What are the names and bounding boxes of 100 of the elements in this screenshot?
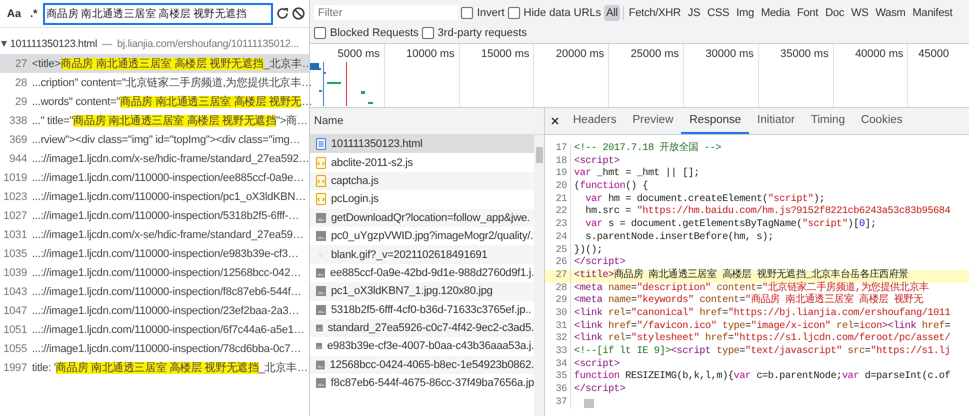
line-number: 18 [545,156,571,168]
result-text: ...://image1.ljcdn.com/110000-inspection/6f7c44a6-a5e1… [32,324,305,336]
type-filter-button[interactable]: Doc [823,4,846,20]
detail-tab[interactable]: Initiator [749,108,803,134]
search-result[interactable]: 338 ..." title="商品房 南北通透三居室 高楼层 视野无遮挡">商… [0,111,309,130]
file-tree-item[interactable]: 101111350123.html bj.lianjia.com/ershoufang/10111135012... [0,34,309,54]
type-filter-button[interactable]: WS [849,4,870,20]
line-number: 29 [14,96,28,108]
search-result[interactable]: 1043 ...://image1.ljcdn.com/110000-inspection/f8c87eb6-544f… [0,282,309,301]
script-file-icon [316,174,326,187]
search-field[interactable]: 商品房 南北通透三居室 高楼层 视野无遮挡 [43,2,273,24]
type-filter-button[interactable]: Wasm [874,4,908,20]
line-number: 1047 [2,304,28,316]
checkbox[interactable]: Invert [461,6,505,18]
request-row[interactable]: pc1_oX3ldKBN7_1.jpg.120x80.jpg [310,282,534,301]
search-result[interactable]: 1055 ...://image1.ljcdn.com/110000-inspection/78cd6bba-0c7… [0,339,309,358]
checkbox[interactable]: 3rd-party requests [422,26,527,38]
time-tick-label: 25000 ms [630,48,679,60]
line-number: 1055 [2,342,28,354]
line-number: 1027 [2,210,28,222]
search-result[interactable]: 1051 ...://image1.ljcdn.com/110000-inspection/6f7c44a6-a5e1… [0,320,309,339]
code-line: <!--[if lt IE 9]><script type="text/javascript" src="https://s1.lj [574,346,950,358]
time-tick-label: 20000 ms [556,48,604,60]
scrollbar-thumb[interactable] [584,398,594,408]
time-tick-label: 15000 ms [481,48,530,60]
image-icon [316,323,323,334]
line-number: 31 [545,320,571,334]
image-icon [316,268,326,278]
line-number: 30 [545,308,571,321]
code-line: <script> [574,156,620,168]
close-icon[interactable] [551,117,559,125]
type-filter-button[interactable]: Fetch/XHR [626,4,683,20]
line-number: 1039 [2,266,28,278]
type-filter-button[interactable]: Img [734,4,756,20]
result-text: ...://image1.ljcdn.com/x-se/hdic-frame/standard_27ea592… [32,152,310,164]
checkbox[interactable]: Blocked Requests [314,26,419,38]
result-text: ...://image1.ljcdn.com/110000-inspection/5318b2f5-6fff-… [32,210,300,222]
line-number: 19 [545,168,571,182]
clear-icon[interactable] [292,7,305,20]
image-icon [316,231,326,242]
search-result[interactable]: 1023 ...://image1.ljcdn.com/110000-inspection/pc1_oX3ldKBN… [0,187,309,206]
search-result[interactable]: 1031 ...://image1.ljcdn.com/x-se/hdic-frame/standard_27ea59… [0,225,309,244]
scrollbar[interactable] [534,135,544,416]
detail-tab[interactable]: Headers [565,108,624,134]
code-line: <!-- 2017.7.18 开放全国 --> [574,143,722,156]
search-result[interactable]: 1035 ...://image1.ljcdn.com/110000-inspection/e983b39e-cf3… [0,244,309,263]
type-filter-button[interactable]: Font [794,4,820,20]
type-filter-button[interactable]: All [604,4,620,20]
image-icon [316,304,326,315]
line-number: 28 [545,282,571,296]
result-text: ...rview"><div class="img" id="topImg"><div class="img… [32,134,300,146]
script-file-icon [316,156,326,169]
image-icon [316,341,322,352]
detail-tab[interactable]: Response [681,108,750,134]
line-number: 1051 [2,324,28,336]
code-line: var s = document.getElementsByTagName("script")[0]; [584,219,876,232]
request-row[interactable]: 101111350123.html [310,135,534,154]
result-text: ...://image1.ljcdn.com/110000-inspection/23ef2baa-2a3… [32,304,300,316]
request-row[interactable]: getDownloadQr?location=follow_app&jwe. [310,208,534,227]
search-result[interactable]: 1019 ...://image1.ljcdn.com/110000-inspection/ee885ccf-0a9e… [0,168,309,187]
image-icon [316,378,326,388]
code-line: })(); [574,244,603,256]
detail-tab[interactable]: Timing [802,108,853,134]
detail-tab[interactable]: Preview [624,108,682,134]
regex-button[interactable]: .* [27,6,40,22]
line-number: 22 [545,206,571,220]
line-number: 1023 [2,190,28,202]
search-result[interactable]: 1027 ...://image1.ljcdn.com/110000-inspection/5318b2f5-6fff-… [0,206,309,225]
refresh-icon[interactable] [276,7,289,20]
detail-tab[interactable]: Cookies [852,108,911,134]
request-row[interactable]: blank.gif?_v=2021102618491691 [310,245,534,264]
time-tick-label: 5000 ms [338,48,380,60]
image-icon [316,286,326,296]
line-number: 21 [545,194,571,206]
type-filter-button[interactable]: CSS [705,4,732,20]
line-number: 20 [545,181,571,194]
line-number: 33 [545,346,571,359]
type-filter-button[interactable]: Manifest [910,4,954,20]
search-result[interactable]: 1039 ...://image1.ljcdn.com/110000-inspection/12568bcc-042… [0,263,309,282]
search-result[interactable]: 944 ...://image1.ljcdn.com/x-se/hdic-frame/standard_27ea592… [0,149,309,168]
filter-field[interactable]: Filter [314,5,458,20]
result-text: ...://image1.ljcdn.com/110000-inspection/e983b39e-cf3… [32,248,299,260]
search-result[interactable]: 1047 ...://image1.ljcdn.com/110000-inspection/23ef2baa-2a3… [0,301,309,320]
line-number: 34 [545,358,571,372]
match-case-button[interactable]: Aa [4,6,24,22]
code-line: var _hmt = _hmt || []; [574,168,700,180]
code-line: s.parentNode.insertBefore(hm, s); [584,232,774,244]
time-tick-label: 10000 ms [406,48,455,60]
type-filter-button[interactable]: Media [759,4,792,20]
request-row[interactable]: standard_27ea5926-c0c7-4f42-9ec2-c3ad5. [310,318,534,338]
search-result[interactable]: 369 ...rview"><div class="img" id="topImg"><div class="img… [0,130,309,149]
line-number: 36 [545,384,571,397]
request-row[interactable]: 12568bcc-0424-4065-b8ec-1e54923b0862. [310,356,534,374]
result-text: ...://image1.ljcdn.com/110000-inspection/12568bcc-042… [32,266,302,278]
request-row[interactable]: captcha.js [310,172,534,190]
checkbox[interactable]: Hide data URLs [508,6,602,18]
type-filter-button[interactable]: JS [686,4,702,20]
line-number: 1043 [2,286,28,298]
result-text: ...://image1.ljcdn.com/110000-inspection/78cd6bba-0c7… [32,342,302,354]
name-column-header[interactable]: Name [310,108,544,135]
